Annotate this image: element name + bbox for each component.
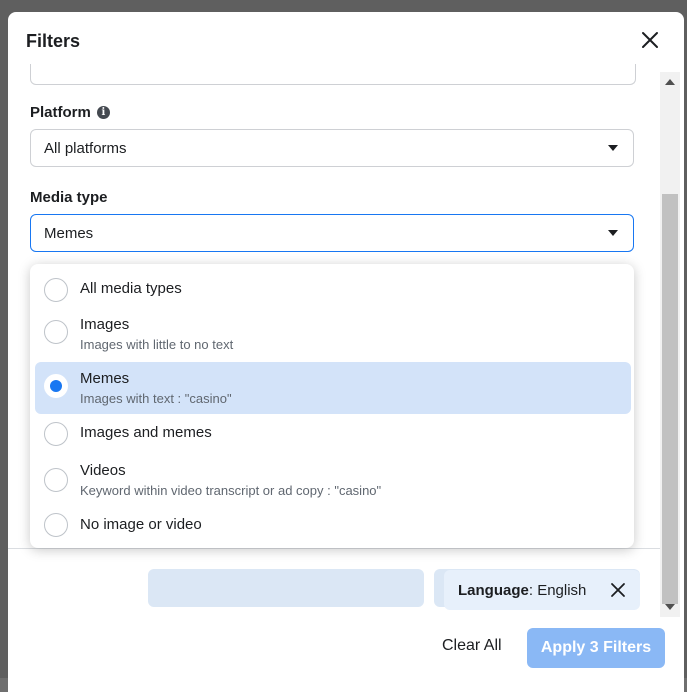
platform-label: Platform i — [30, 104, 110, 121]
chip-value: English — [537, 581, 587, 599]
filters-modal: Filters Platform i All platforms Media t… — [8, 12, 684, 692]
option-title: Videos — [80, 462, 126, 479]
footer-divider — [8, 548, 660, 549]
media-type-label: Media type — [30, 189, 108, 206]
close-button[interactable] — [638, 28, 662, 52]
clear-all-button[interactable]: Clear All — [442, 637, 502, 655]
radio-icon[interactable] — [44, 278, 68, 302]
caret-down-icon — [608, 145, 618, 151]
radio-icon[interactable] — [44, 513, 68, 537]
media-type-select-value: Memes — [44, 224, 94, 242]
option-videos[interactable]: Videos Keyword within video transcript o… — [35, 454, 631, 506]
radio-icon[interactable] — [44, 468, 68, 492]
radio-selected-icon[interactable] — [44, 374, 68, 398]
info-icon[interactable]: i — [96, 106, 110, 119]
option-images[interactable]: Images Images with little to no text — [35, 310, 631, 362]
option-subtitle: Keyword within video transcript or ad co… — [80, 483, 382, 498]
option-all-media-types[interactable]: All media types — [35, 270, 631, 310]
scroll-thumb[interactable] — [662, 194, 678, 604]
option-images-and-memes[interactable]: Images and memes — [35, 414, 631, 454]
option-title: Memes — [80, 370, 130, 387]
option-title: Images — [80, 316, 130, 333]
scroll-up-arrow-icon[interactable] — [665, 79, 675, 85]
option-title: No image or video — [80, 516, 202, 533]
option-title: All media types — [80, 280, 182, 297]
apply-filters-button[interactable]: Apply 3 Filters — [527, 628, 665, 668]
option-memes[interactable]: Memes Images with text : "casino" — [35, 362, 631, 414]
radio-icon[interactable] — [44, 320, 68, 344]
chip-key: Language — [458, 581, 529, 599]
previous-field-stub[interactable] — [30, 64, 636, 85]
caret-down-icon — [608, 230, 618, 236]
option-title: Images and memes — [80, 424, 212, 441]
remove-language-filter-button[interactable] — [610, 582, 626, 598]
close-icon — [611, 583, 625, 597]
media-type-dropdown: All media types Images Images with littl… — [30, 264, 634, 548]
close-icon — [642, 32, 658, 48]
platform-select-value: All platforms — [44, 139, 127, 157]
option-no-image-or-video[interactable]: No image or video — [35, 506, 631, 546]
option-subtitle: Images with little to no text — [80, 337, 234, 352]
option-subtitle: Images with text : "casino" — [80, 391, 232, 406]
scrollbar[interactable] — [660, 72, 680, 617]
scroll-down-arrow-icon[interactable] — [665, 604, 675, 610]
modal-title: Filters — [26, 31, 81, 51]
radio-icon[interactable] — [44, 422, 68, 446]
chip-separator: : — [528, 581, 538, 599]
language-filter-chip: Language: English — [444, 570, 640, 610]
hidden-button-left[interactable] — [148, 569, 424, 607]
media-type-select[interactable]: Memes — [30, 214, 634, 252]
platform-select[interactable]: All platforms — [30, 129, 634, 167]
